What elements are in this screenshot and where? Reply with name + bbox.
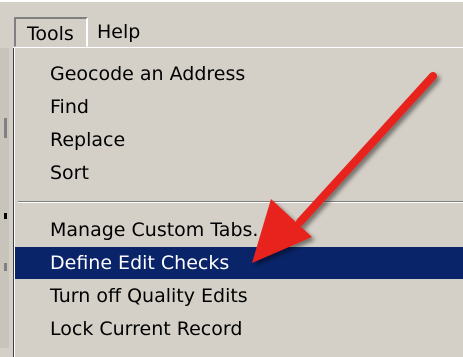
window-left-edge xyxy=(0,48,9,348)
menu-item-find[interactable]: Find xyxy=(15,91,463,123)
edge-mark xyxy=(4,213,7,219)
menu-item-turn-off-quality-edits[interactable]: Turn off Quality Edits xyxy=(15,280,463,312)
menu-separator xyxy=(18,201,463,203)
menu-item-manage-custom-tabs[interactable]: Manage Custom Tabs. xyxy=(15,214,463,246)
menu-bar: Tools Help xyxy=(0,0,463,48)
menu-item-replace[interactable]: Replace xyxy=(15,124,463,156)
menu-item-geocode-address[interactable]: Geocode an Address xyxy=(15,58,463,90)
menu-item-define-edit-checks[interactable]: Define Edit Checks xyxy=(15,247,463,279)
menu-tools[interactable]: Tools xyxy=(14,17,88,47)
menu-bar-top-edge xyxy=(0,0,463,2)
menu-item-sort[interactable]: Sort xyxy=(15,157,463,189)
edge-mark xyxy=(4,263,7,271)
edge-mark xyxy=(4,118,7,138)
menu-help[interactable]: Help xyxy=(95,17,155,47)
dropdown-shadow xyxy=(13,48,14,357)
tools-dropdown-menu: Geocode an Address Find Replace Sort Man… xyxy=(13,47,463,357)
menu-item-lock-current-record[interactable]: Lock Current Record xyxy=(15,313,463,345)
